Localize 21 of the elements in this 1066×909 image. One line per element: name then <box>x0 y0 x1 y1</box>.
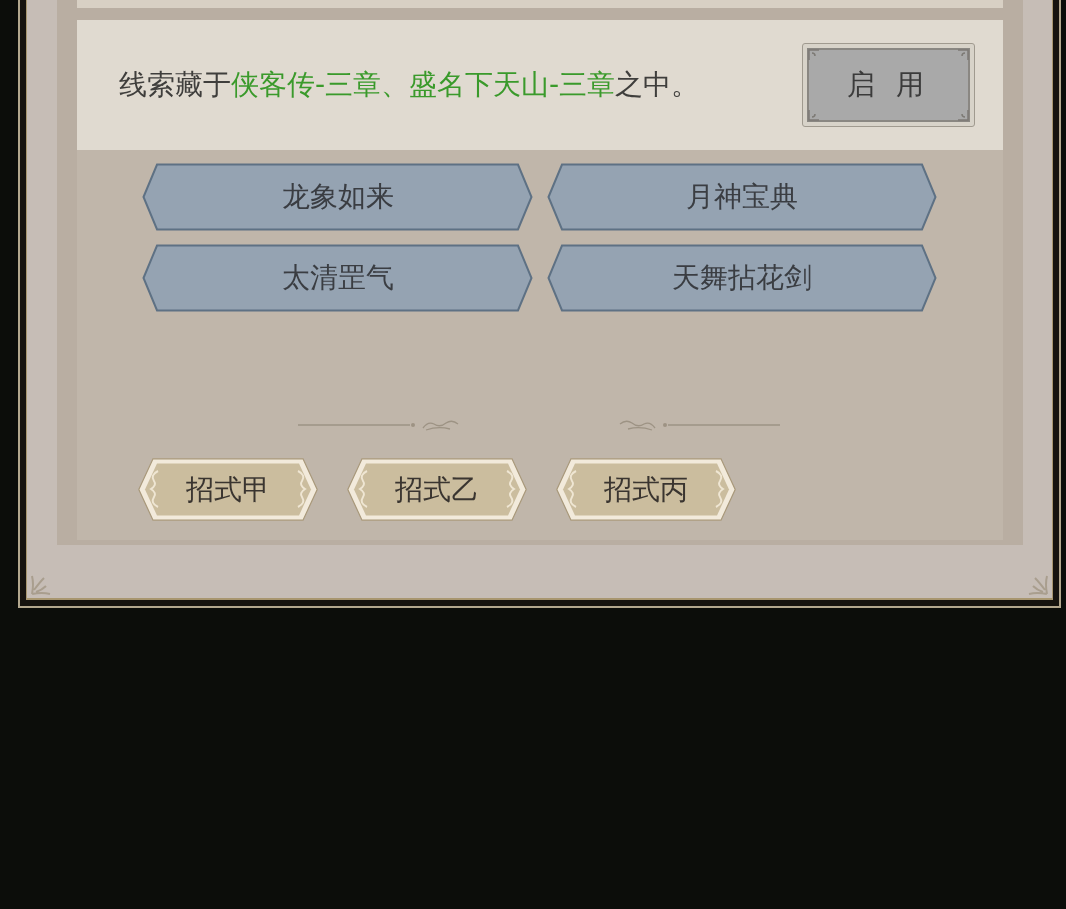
hint-text: 线索藏于侠客传-三章、盛名下天山-三章之中。 <box>119 67 700 103</box>
corner-ornament-icon <box>808 49 820 61</box>
corner-ornament-icon <box>957 109 969 121</box>
skill-button[interactable]: 天舞拈花剑 <box>547 244 937 312</box>
scroll-ornament-icon <box>566 469 578 509</box>
corner-ornament-icon <box>808 109 820 121</box>
skill-button[interactable]: 太清罡气 <box>142 244 533 312</box>
scroll-ornament-icon <box>505 469 517 509</box>
scroll-ornament-icon <box>296 469 308 509</box>
scroll-ornament-icon <box>148 469 160 509</box>
move-button[interactable]: 招式甲 <box>138 458 318 521</box>
flourish-ornament-icon <box>298 418 460 432</box>
corner-ornament-icon <box>957 49 969 61</box>
scroll-ornament-icon <box>357 469 369 509</box>
skill-button[interactable]: 月神宝典 <box>547 163 937 231</box>
flourish-ornament-icon <box>618 418 780 432</box>
scroll-ornament-icon <box>714 469 726 509</box>
enable-button[interactable]: 启 用 <box>802 43 975 127</box>
skill-button[interactable]: 龙象如来 <box>142 163 533 231</box>
move-button[interactable]: 招式乙 <box>347 458 527 521</box>
move-button[interactable]: 招式丙 <box>556 458 736 521</box>
